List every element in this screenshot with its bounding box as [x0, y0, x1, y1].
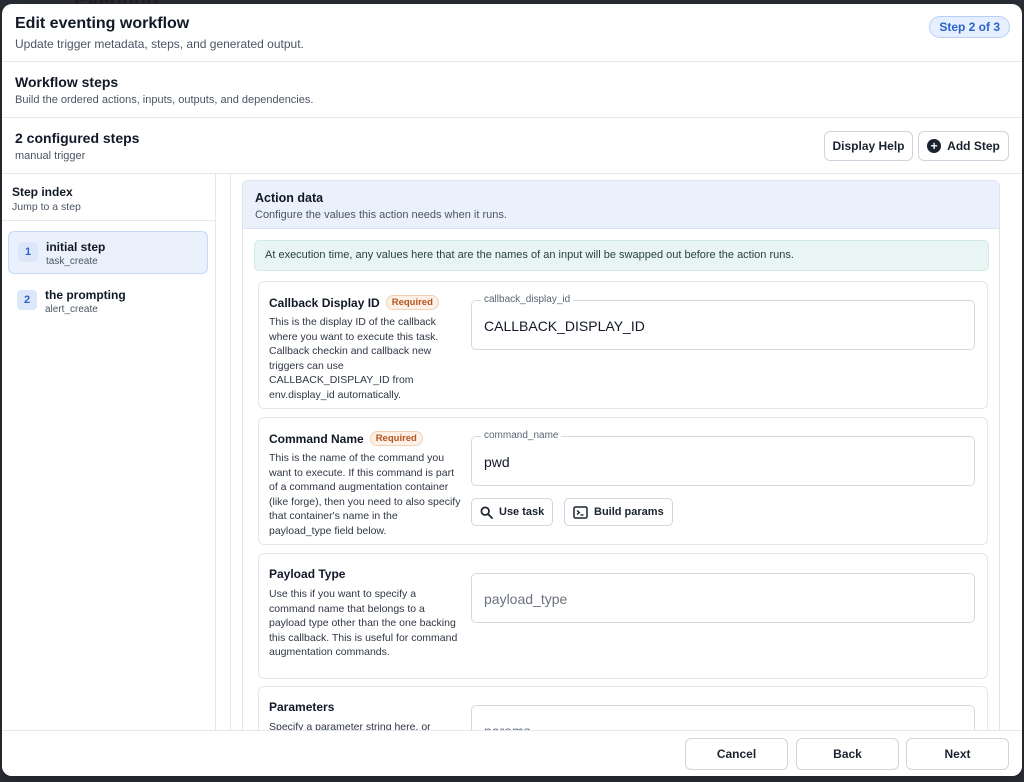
use-task-button[interactable]: Use task [471, 498, 554, 526]
action-data-subtitle: Configure the values this action needs w… [255, 209, 507, 221]
callback-display-id-description: This is the display ID of the callback w… [269, 316, 439, 401]
add-step-label: Add Step [947, 139, 1000, 153]
command-name-input[interactable]: command_name pwd [471, 430, 975, 486]
required-badge: Required [369, 431, 423, 446]
dialog-header: Edit eventing workflow Update trigger me… [2, 4, 1022, 62]
field-label: Callback Display ID Required [269, 295, 439, 310]
step-number-badge: 2 [17, 290, 37, 310]
input-placeholder: params [484, 723, 531, 730]
command-name-label: Command Name [269, 431, 364, 446]
next-label: Next [944, 747, 971, 761]
input-legend: command_name [481, 430, 562, 441]
step-progress-badge: Step 2 of 3 [929, 16, 1010, 38]
add-step-button[interactable]: + Add Step [918, 131, 1009, 161]
configured-steps-title: 2 configured steps [15, 130, 140, 146]
parameters-label: Parameters [269, 700, 335, 714]
cancel-label: Cancel [716, 747, 757, 761]
step-editor-panel[interactable]: Action data Configure the values this ac… [217, 174, 1022, 730]
dialog-title: Edit eventing workflow [15, 15, 190, 32]
step-number-badge: 1 [18, 242, 38, 262]
step-action-type: alert_create [45, 304, 98, 315]
callback-display-id-input[interactable]: callback_display_id CALLBACK_DISPLAY_ID [471, 294, 975, 350]
action-data-card: Action data Configure the values this ac… [242, 180, 1000, 730]
action-data-header: Action data Configure the values this ac… [243, 181, 999, 229]
parameters-description: Specify a parameter string here, or [269, 721, 431, 730]
payload-type-description: Use this if you want to specify a comman… [269, 588, 458, 658]
input-value: pwd [484, 454, 510, 470]
workflow-steps-header: Workflow steps Build the ordered actions… [2, 62, 1022, 118]
payload-type-field: Payload Type Use this if you want to spe… [258, 553, 988, 679]
step-index-subtitle: Jump to a step [12, 201, 81, 213]
input-legend: callback_display_id [481, 294, 574, 305]
callback-display-id-label: Callback Display ID [269, 295, 380, 310]
input-placeholder: payload_type [484, 591, 568, 607]
terminal-icon [573, 505, 588, 519]
field-label: Payload Type [269, 567, 345, 581]
build-params-label: Build params [594, 506, 664, 518]
dialog-subtitle: Update trigger metadata, steps, and gene… [15, 37, 304, 51]
search-icon [480, 506, 493, 519]
sidebar-divider [2, 220, 215, 221]
sidebar-item-the-prompting[interactable]: 2 the prompting alert_create [8, 280, 208, 323]
command-name-field: Command Name Required This is the name o… [258, 417, 988, 545]
dialog-footer: Cancel Back Next [2, 730, 1022, 776]
step-action-type: task_create [46, 256, 98, 267]
display-help-button[interactable]: Display Help [824, 131, 913, 161]
trigger-type-label: manual trigger [15, 150, 86, 162]
command-name-description: This is the name of the command you want… [269, 452, 461, 537]
build-params-button[interactable]: Build params [564, 498, 673, 526]
callback-display-id-field: Callback Display ID Required This is the… [258, 281, 988, 409]
step-index-sidebar: Step index Jump to a step 1 initial step… [2, 174, 216, 730]
field-label: Command Name Required [269, 431, 423, 446]
payload-type-label: Payload Type [269, 567, 346, 581]
edit-workflow-dialog: Edit eventing workflow Update trigger me… [2, 4, 1022, 776]
action-data-title: Action data [255, 191, 324, 205]
configured-steps-bar: 2 configured steps manual trigger Displa… [2, 118, 1022, 174]
cancel-button[interactable]: Cancel [685, 738, 788, 770]
step-name: initial step [46, 240, 106, 254]
parameters-field: Parameters Specify a parameter string he… [258, 686, 988, 730]
field-label: Parameters [269, 700, 334, 714]
plus-circle-icon: + [927, 139, 942, 153]
display-help-label: Display Help [832, 139, 905, 153]
required-badge: Required [385, 295, 439, 310]
parameters-input[interactable]: params [471, 705, 975, 730]
workflow-steps-title: Workflow steps [15, 74, 119, 90]
sidebar-item-initial-step[interactable]: 1 initial step task_create [8, 231, 208, 274]
input-value: CALLBACK_DISPLAY_ID [484, 318, 645, 334]
next-button[interactable]: Next [906, 738, 1009, 770]
workflow-steps-subtitle: Build the ordered actions, inputs, outpu… [15, 94, 314, 106]
back-label: Back [833, 747, 862, 761]
editor-left-rule [230, 174, 231, 730]
back-button[interactable]: Back [796, 738, 899, 770]
step-name: the prompting [45, 288, 126, 302]
execution-notice: At execution time, any values here that … [254, 240, 989, 271]
use-task-label: Use task [499, 506, 545, 518]
payload-type-input[interactable]: payload_type [471, 573, 975, 623]
step-index-title: Step index [12, 185, 73, 199]
